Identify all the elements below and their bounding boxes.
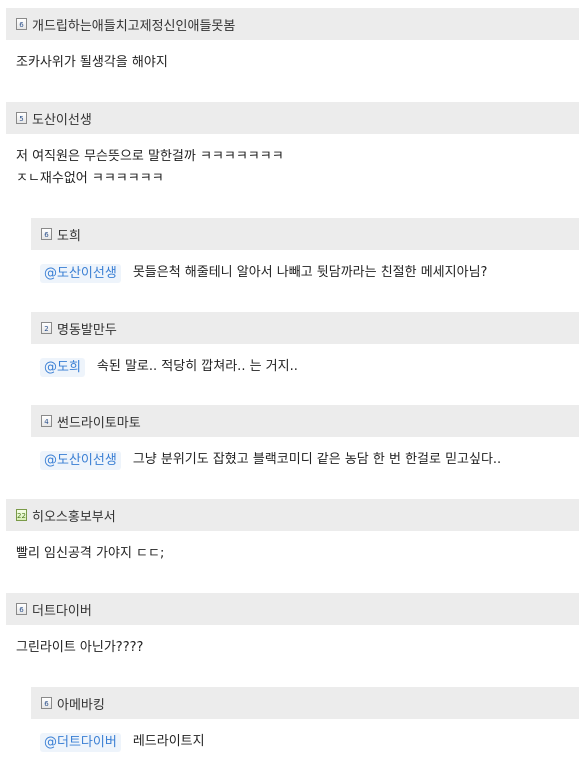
comment-body: 조카사위가 될생각을 해야지 — [6, 40, 579, 74]
mention-tag[interactable]: @도산이선생 — [40, 450, 121, 470]
comment-author[interactable]: 명동발만두 — [57, 319, 117, 338]
comment-author[interactable]: 히오스홍보부서 — [32, 506, 116, 525]
comment-body: 저 여직원은 무슨뜻으로 말한걸까 ㅋㅋㅋㅋㅋㅋㅋ ㅈㄴ재수없어 ㅋㅋㅋㅋㅋㅋ — [6, 134, 579, 190]
comment-author[interactable]: 썬드라이토마토 — [57, 412, 141, 431]
reply-comment: 6 도희 @도산이선생 못들은척 해줄테니 알아서 나빼고 뒷담까라는 친절한 … — [31, 218, 579, 284]
comment-body: @도산이선생 그냥 분위기도 잡혔고 블랙코미디 같은 농담 한 번 한걸로 믿… — [31, 437, 579, 471]
comment-body: @더트다이버 레드라이트지 — [31, 719, 579, 753]
comment-header: 6 아메바킹 — [31, 687, 579, 719]
comment-header: 22 히오스홍보부서 — [6, 499, 579, 531]
level-icon: 2 — [41, 322, 52, 334]
comment: 6 더트다이버 그린라이트 아닌가???? — [6, 593, 579, 659]
comment-text: ㅈㄴ재수없어 ㅋㅋㅋㅋㅋㅋ — [16, 171, 164, 186]
level-icon: 6 — [16, 603, 27, 615]
comment-author[interactable]: 아메바킹 — [57, 694, 105, 713]
comment-text: 조카사위가 될생각을 해야지 — [16, 55, 168, 70]
comment-body: 그린라이트 아닌가???? — [6, 625, 579, 659]
comment-header: 2 명동발만두 — [31, 312, 579, 344]
comment-text: 저 여직원은 무슨뜻으로 말한걸까 ㅋㅋㅋㅋㅋㅋㅋ — [16, 149, 284, 164]
reply-comment: 4 썬드라이토마토 @도산이선생 그냥 분위기도 잡혔고 블랙코미디 같은 농담… — [31, 405, 579, 471]
reply-comment: 2 명동발만두 @도희 속된 말로.. 적당히 깝쳐라.. 는 거지.. — [31, 312, 579, 378]
comment-author[interactable]: 개드립하는애들치고제정신인애들못봄 — [32, 15, 235, 34]
comment-header: 6 개드립하는애들치고제정신인애들못봄 — [6, 8, 579, 40]
level-icon: 5 — [16, 112, 27, 124]
level-icon: 6 — [41, 697, 52, 709]
comment-header: 4 썬드라이토마토 — [31, 405, 579, 437]
level-icon: 6 — [16, 18, 27, 30]
comment-author[interactable]: 더트다이버 — [32, 600, 92, 619]
comment-body: 빨리 임신공격 가야지 ㄷㄷ; — [6, 531, 579, 565]
comment: 5 도산이선생 저 여직원은 무슨뜻으로 말한걸까 ㅋㅋㅋㅋㅋㅋㅋ ㅈㄴ재수없어… — [6, 102, 579, 190]
level-icon: 6 — [41, 228, 52, 240]
comment-text: 그냥 분위기도 잡혔고 블랙코미디 같은 농담 한 번 한걸로 믿고싶다.. — [132, 452, 502, 467]
comment-body: @도희 속된 말로.. 적당히 깝쳐라.. 는 거지.. — [31, 344, 579, 378]
comment-author[interactable]: 도희 — [57, 225, 81, 244]
comment-text: 못들은척 해줄테니 알아서 나빼고 뒷담까라는 친절한 메세지아님? — [132, 265, 488, 280]
comment-header: 6 도희 — [31, 218, 579, 250]
comment: 6 개드립하는애들치고제정신인애들못봄 조카사위가 될생각을 해야지 — [6, 8, 579, 74]
comment-text: 빨리 임신공격 가야지 ㄷㄷ; — [16, 546, 165, 561]
level-icon: 22 — [16, 509, 27, 521]
comment-text: 속된 말로.. 적당히 깝쳐라.. 는 거지.. — [96, 359, 298, 374]
comment-body: @도산이선생 못들은척 해줄테니 알아서 나빼고 뒷담까라는 친절한 메세지아님… — [31, 250, 579, 284]
comment-text: 레드라이트지 — [132, 734, 205, 749]
mention-tag[interactable]: @도산이선생 — [40, 263, 121, 283]
level-icon: 4 — [41, 415, 52, 427]
comment-author[interactable]: 도산이선생 — [32, 109, 92, 128]
reply-comment: 6 아메바킹 @더트다이버 레드라이트지 — [31, 687, 579, 753]
comment: 22 히오스홍보부서 빨리 임신공격 가야지 ㄷㄷ; — [6, 499, 579, 565]
comment-header: 6 더트다이버 — [6, 593, 579, 625]
mention-tag[interactable]: @도희 — [40, 357, 85, 377]
mention-tag[interactable]: @더트다이버 — [40, 732, 121, 752]
comment-text: 그린라이트 아닌가???? — [16, 640, 144, 655]
comment-header: 5 도산이선생 — [6, 102, 579, 134]
